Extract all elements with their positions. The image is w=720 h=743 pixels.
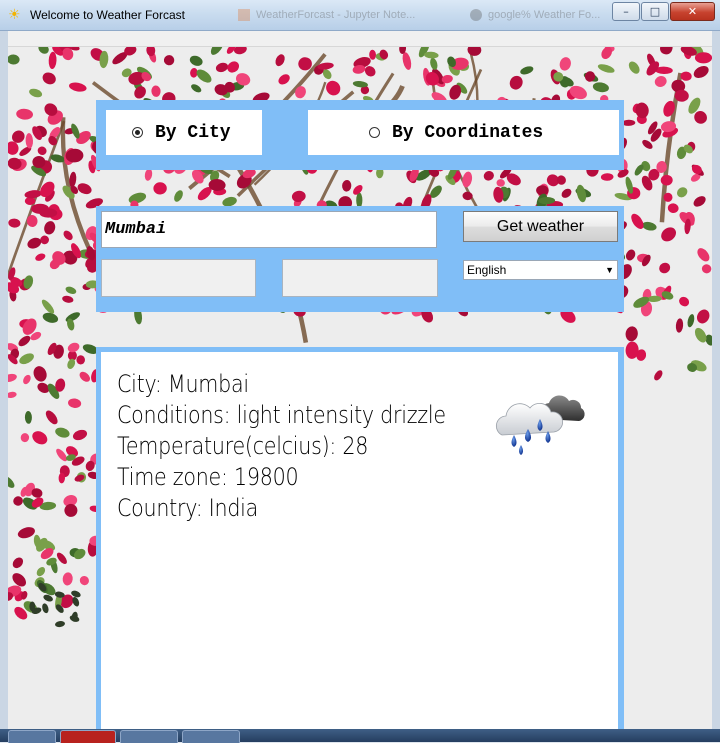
radio-by-city[interactable]: By City: [106, 110, 262, 155]
result-panel: City: Mumbai Conditions: light intensity…: [96, 347, 624, 742]
result-country: Country: India: [117, 494, 259, 522]
background-tab: WeatherForcast - Jupyter Note...: [238, 6, 415, 24]
radio-unchecked-icon[interactable]: [369, 127, 380, 138]
language-selected-value: English: [467, 263, 507, 277]
rain-cloud-icon: [495, 395, 585, 455]
language-select[interactable]: English ▼: [463, 260, 618, 280]
result-timezone: Time zone: 19800: [117, 463, 299, 491]
sun-icon: ☀: [8, 6, 21, 22]
weather-details: City: Mumbai Conditions: light intensity…: [117, 369, 446, 524]
city-input[interactable]: [101, 211, 437, 248]
maximize-icon[interactable]: □: [641, 2, 669, 21]
longitude-input[interactable]: [282, 259, 438, 297]
result-conditions: Conditions: light intensity drizzle: [117, 401, 446, 429]
result-temperature: Temperature(celcius): 28: [117, 432, 369, 460]
radio-by-coordinates-label: By Coordinates: [392, 122, 544, 143]
latitude-input[interactable]: [101, 259, 256, 297]
taskbar: [0, 729, 720, 743]
taskbar-item[interactable]: [60, 730, 116, 743]
close-icon[interactable]: ✕: [670, 2, 715, 21]
result-city: City: Mumbai: [117, 370, 249, 398]
title-bar[interactable]: ☀ Welcome to Weather Forcast WeatherForc…: [0, 0, 720, 31]
result-box: City: Mumbai Conditions: light intensity…: [101, 352, 618, 742]
minimize-icon[interactable]: –: [612, 2, 640, 21]
client-top-strip: [8, 31, 712, 47]
dropdown-arrow-icon[interactable]: ▼: [605, 265, 614, 275]
get-weather-button[interactable]: Get weather: [463, 211, 618, 242]
taskbar-item[interactable]: [8, 730, 56, 743]
radio-checked-icon[interactable]: [132, 127, 143, 138]
radio-by-city-label: By City: [155, 122, 231, 143]
radio-by-coordinates[interactable]: By Coordinates: [308, 110, 619, 155]
background-tab: google% Weather Fo...: [470, 6, 600, 24]
window-title: Welcome to Weather Forcast: [30, 8, 185, 22]
taskbar-item[interactable]: [182, 730, 240, 743]
taskbar-item[interactable]: [120, 730, 178, 743]
